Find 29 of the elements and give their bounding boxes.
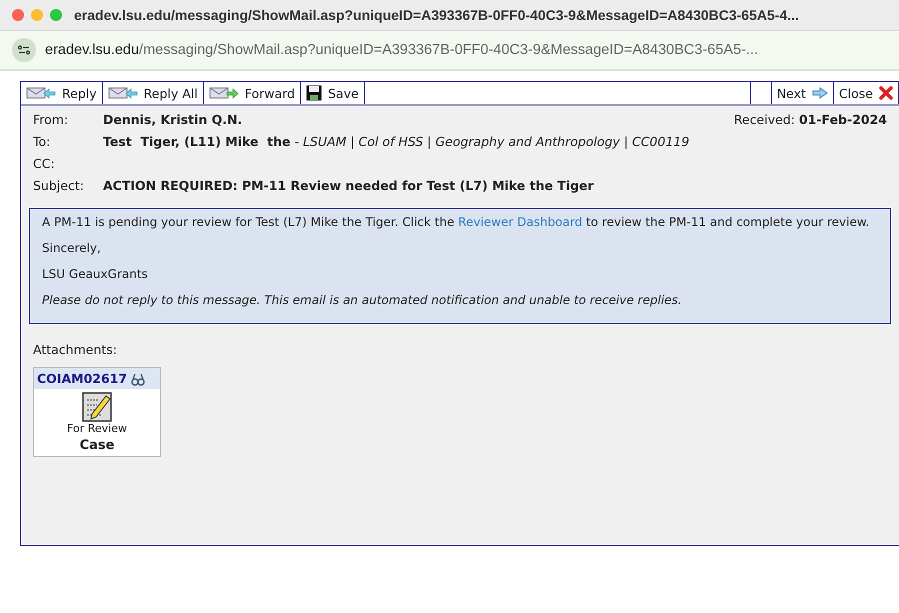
window-title: eradev.lsu.edu/messaging/ShowMail.asp?uniqueID=A393367B-0FF0-40C3-9&MessageID=A8430BC3-65A5-4...	[74, 7, 799, 23]
envelope-arrow-icon	[208, 86, 239, 100]
envelope-arrow-icon	[108, 86, 138, 100]
subject-text: ACTION REQUIRED: PM-11 Review needed for Test (L7) Mike the Tiger	[103, 178, 594, 193]
site-settings-icon[interactable]	[12, 38, 36, 62]
close-icon	[879, 86, 893, 100]
field-label: Subject:	[33, 178, 85, 193]
received-label: Received:	[734, 112, 795, 127]
attachments-label: Attachments:	[33, 342, 118, 357]
attachment-type: Case	[80, 438, 114, 453]
zoom-window-icon[interactable]	[50, 9, 62, 21]
message-paragraph: A PM-11 is pending your review for Test (L7) Mike the Tiger. Click the Reviewer Dashboard to review the PM-11 and complete your review.	[42, 215, 870, 229]
document-pencil-icon	[82, 392, 112, 422]
field-label: CC:	[33, 156, 56, 171]
notice-text: Please do not reply to this message. This email is an automated notification and unable to receive replies.	[42, 293, 683, 307]
field-label: From:	[33, 112, 70, 127]
closing-text: Sincerely,	[42, 241, 102, 255]
minimize-window-icon[interactable]	[31, 9, 43, 21]
signature-text: LSU GeauxGrants	[42, 267, 149, 281]
sender-name: Dennis, Kristin Q.N.	[103, 112, 242, 127]
right-arrow-icon	[812, 87, 828, 99]
close-window-icon[interactable]	[12, 9, 24, 21]
received-date: 01-Feb-2024	[798, 112, 887, 127]
envelope-arrow-icon	[26, 86, 56, 100]
attachment-status: For Review	[67, 422, 127, 435]
attachment-card[interactable]: COIAM02617 For Review Case	[33, 367, 161, 457]
recipient: Test Tiger, (L11) Mike the - LSUAM | Col of HSS | Geography and Anthropology | CC00119	[103, 134, 690, 149]
field-label: To:	[33, 134, 52, 149]
glasses-icon[interactable]	[131, 372, 146, 386]
